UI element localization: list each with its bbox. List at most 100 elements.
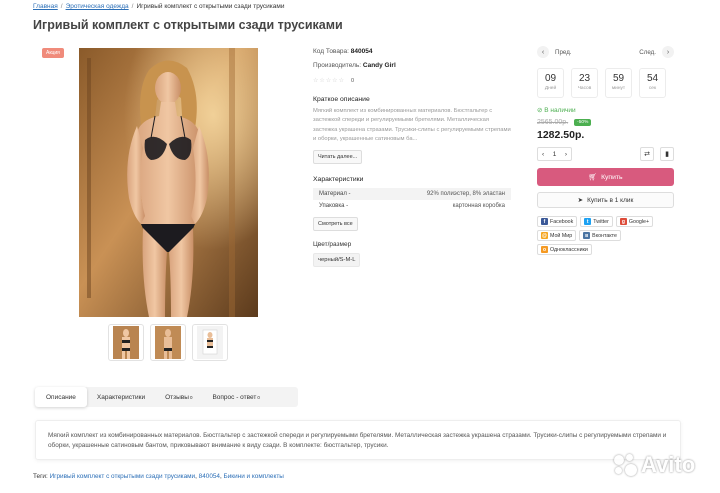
char-value: 92% полиэстер, 8% эластан — [426, 191, 505, 198]
tab-count: 0 — [257, 394, 260, 400]
stock-status: ⊘ В наличии — [537, 106, 674, 114]
share-ok[interactable]: о Одноклассники — [537, 244, 592, 255]
breadcrumb-current: Игривый комплект с открытыми сзади труси… — [136, 3, 285, 10]
minus-icon[interactable]: ‹ — [542, 151, 544, 158]
show-all-chars-button[interactable]: Смотреть все — [313, 217, 358, 232]
plus-icon[interactable]: › — [565, 151, 567, 158]
share-label: Google+ — [628, 218, 650, 225]
read-more-button[interactable]: Читать далее... — [313, 150, 363, 165]
product-photo[interactable] — [79, 48, 258, 317]
timer-days: 09 Дней — [537, 68, 564, 98]
buy-button[interactable]: 🛒︎ Купить — [537, 168, 674, 186]
timer-hours: 23 Часов — [571, 68, 598, 98]
bookmark-button[interactable]: ▮ — [660, 147, 674, 161]
old-price: 2565.00р. — [537, 119, 569, 126]
thumbnail-1[interactable] — [108, 324, 144, 361]
moymir-icon: @ — [541, 232, 548, 239]
size-title: Цвет/размер — [313, 241, 352, 249]
current-price: 1282.50р. — [537, 129, 585, 141]
timer-label: минут — [611, 86, 626, 91]
sku-label: Код Товара: — [313, 48, 349, 55]
rating-stars[interactable]: ☆ ☆ ☆ ☆ ☆ 0 — [313, 77, 513, 85]
size-option[interactable]: черный/S-M-L — [313, 253, 361, 268]
next-product-link[interactable]: След. › — [639, 46, 674, 58]
prev-label: Пред. — [555, 48, 572, 56]
char-name: Материал - — [319, 191, 351, 198]
breadcrumb-home[interactable]: Главная — [33, 3, 58, 10]
tag-link[interactable]: Бикини и комплекты — [224, 473, 284, 480]
bookmark-icon: ▮ — [665, 151, 669, 158]
char-value: картонная коробка — [452, 203, 505, 210]
short-desc-title: Краткое описание — [313, 96, 370, 103]
prev-product-link[interactable]: ‹ Пред. — [537, 46, 572, 58]
one-click-label: Купить в 1 клик — [587, 196, 634, 204]
thumbnail-2[interactable] — [150, 324, 186, 361]
tab-label: Вопрос - ответ — [212, 393, 257, 401]
twitter-icon: t — [584, 218, 592, 225]
product-tabs: Описание Характеристики Отзывы 0 Вопрос -… — [35, 387, 298, 407]
quantity-stepper[interactable]: ‹ 1 › — [537, 147, 572, 161]
compare-button[interactable]: ⇄ — [640, 147, 654, 161]
countdown-timer: 09 Дней 23 Часов 59 минут 54 сек — [537, 68, 674, 98]
char-name: Упаковка - — [319, 203, 349, 210]
breadcrumb-category[interactable]: Эротическая одежда — [66, 3, 129, 10]
share-googleplus[interactable]: g Google+ — [615, 216, 654, 227]
star-icon: ☆ — [325, 78, 332, 84]
star-icon: ☆ — [313, 78, 319, 84]
share-buttons: f Facebook t Twitter g Google+ @ Мой Мир в Вк… — [537, 216, 674, 255]
tab-reviews[interactable]: Отзывы 0 — [155, 387, 202, 407]
tab-label: Описание — [46, 393, 76, 401]
timer-label: Дней — [544, 86, 557, 91]
chevron-left-icon: ‹ — [537, 46, 549, 58]
chars-title: Характеристики — [313, 176, 364, 184]
chars-table: Материал - 92% полиэстер, 8% эластан Упа… — [313, 188, 511, 212]
quantity-value[interactable]: 1 — [553, 151, 557, 158]
timer-value: 09 — [544, 73, 557, 84]
next-label: След. — [639, 48, 656, 56]
avito-watermark: Avito — [612, 452, 695, 478]
sale-badge: Акция — [42, 48, 64, 58]
share-twitter[interactable]: t Twitter — [580, 216, 613, 227]
one-click-buy-button[interactable]: ➤ Купить в 1 клик — [537, 192, 674, 208]
tab-count: 0 — [189, 394, 193, 400]
thumbnail-3[interactable] — [192, 324, 228, 361]
timer-seconds: 54 сек — [639, 68, 666, 98]
share-moymir[interactable]: @ Мой Мир — [537, 230, 577, 241]
send-icon: ➤ — [577, 197, 584, 204]
brand-row: Производитель: Candy Girl — [313, 62, 513, 69]
rating-count: 0 — [350, 77, 355, 84]
timer-label: сек — [648, 86, 657, 91]
avito-logo-icon — [612, 452, 638, 478]
share-label: Мой Мир — [550, 232, 573, 239]
old-price-row: 2565.00р. -50% — [537, 119, 674, 126]
share-vk[interactable]: в Вконтакте — [579, 230, 621, 241]
share-label: Вконтакте — [592, 232, 617, 239]
vk-icon: в — [583, 232, 591, 239]
timer-minutes: 59 минут — [605, 68, 632, 98]
tab-label: Отзывы — [165, 393, 189, 401]
compare-icon: ⇄ — [644, 151, 650, 158]
tab-characteristics[interactable]: Характеристики — [87, 387, 155, 407]
ok-icon: о — [541, 246, 548, 253]
tab-description[interactable]: Описание — [35, 387, 87, 407]
star-icon: ☆ — [332, 78, 338, 84]
tab-label: Характеристики — [96, 393, 146, 401]
char-row: Материал - 92% полиэстер, 8% эластан — [313, 188, 511, 201]
short-desc-text: Мягкий комплект из комбинированных матер… — [313, 108, 511, 142]
discount-badge: -50% — [574, 119, 592, 126]
thumbnail-strip — [108, 324, 228, 361]
breadcrumb: Главная / Эротическая одежда / Игривый компл… — [33, 3, 285, 10]
share-facebook[interactable]: f Facebook — [537, 216, 578, 227]
stock-text: В наличии — [544, 107, 576, 114]
tag-link[interactable]: Игривый комплект с открытыми сзади труси… — [50, 473, 196, 480]
timer-value: 59 — [612, 73, 625, 84]
share-label: Facebook — [550, 218, 574, 225]
star-icon: ☆ — [319, 78, 325, 84]
brand-value[interactable]: Candy Girl — [363, 62, 396, 69]
quantity-row: ‹ 1 › ⇄ ▮ — [537, 147, 674, 161]
facebook-icon: f — [541, 218, 548, 225]
star-icon: ☆ — [338, 78, 344, 84]
tab-questions[interactable]: Вопрос - ответ 0 — [202, 387, 269, 407]
purchase-panel: ‹ Пред. След. › 09 Дней 23 Часов 59 минут 5… — [537, 46, 674, 255]
tag-link[interactable]: 840054 — [199, 473, 220, 480]
